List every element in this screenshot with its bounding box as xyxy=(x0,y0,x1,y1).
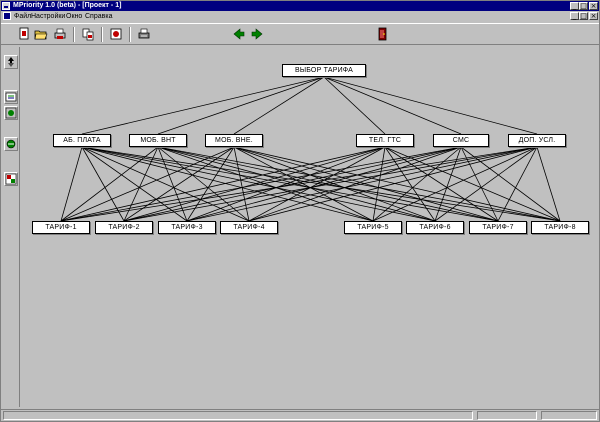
forward-arrow-icon[interactable] xyxy=(250,27,264,41)
close-button[interactable]: × xyxy=(589,2,598,10)
hierarchy-edge xyxy=(81,76,325,135)
criterion-node[interactable]: МОБ. ВНЕ. xyxy=(205,134,263,147)
table-icon[interactable] xyxy=(4,172,18,186)
hierarchy-edge xyxy=(60,146,235,222)
criterion-node[interactable]: МОБ. ВНТ xyxy=(129,134,187,147)
back-arrow-icon[interactable] xyxy=(232,27,246,41)
maximize-button[interactable]: □ xyxy=(579,2,588,10)
title-bar[interactable]: MPriority 1.0 (beta) - [Проект - 1] _ □ … xyxy=(1,1,599,11)
hierarchy-edge xyxy=(323,76,462,135)
hierarchy-edge xyxy=(323,76,538,135)
alternative-node[interactable]: ТАРИФ-7 xyxy=(469,221,527,234)
add-node-icon[interactable] xyxy=(4,90,18,104)
alternative-label: ТАРИФ-6 xyxy=(419,224,451,231)
toolbar-separator xyxy=(129,27,131,42)
hierarchy-edge xyxy=(60,146,538,222)
add-level-icon[interactable] xyxy=(4,106,18,120)
hierarchy-edge xyxy=(233,146,436,222)
left-toolbar xyxy=(1,47,20,407)
alternative-node[interactable]: ТАРИФ-5 xyxy=(344,221,402,234)
hierarchy-edge xyxy=(536,146,561,222)
alternative-node[interactable]: ТАРИФ-2 xyxy=(95,221,153,234)
criterion-label: ТЕЛ. ГТС xyxy=(368,137,402,144)
alternative-node[interactable]: ТАРИФ-8 xyxy=(531,221,589,234)
open-icon[interactable] xyxy=(34,27,48,41)
alternative-label: ТАРИФ-8 xyxy=(544,224,576,231)
status-pane xyxy=(541,411,597,420)
menu-file[interactable]: Файл xyxy=(14,12,31,21)
criterion-label: ДОП. УСЛ. xyxy=(518,137,556,144)
hierarchy-edge xyxy=(157,146,374,222)
goal-node[interactable]: ВЫБОР ТАРИФА xyxy=(282,64,366,77)
doc-restore-button[interactable]: □ xyxy=(579,12,588,20)
app-icon[interactable] xyxy=(2,2,10,10)
doc-minimize-button[interactable]: _ xyxy=(570,12,579,20)
menu-help[interactable]: Справка xyxy=(85,12,112,21)
menu-bar: Файл Настройки Окно Справка xyxy=(1,11,599,22)
menu-window[interactable]: Окно xyxy=(66,12,82,21)
app-window: MPriority 1.0 (beta) - [Проект - 1] _ □ … xyxy=(0,0,600,422)
hierarchy-edge xyxy=(233,146,499,222)
toolbar xyxy=(1,23,599,45)
alternative-label: ТАРИФ-7 xyxy=(482,224,514,231)
alternative-label: ТАРИФ-4 xyxy=(233,224,265,231)
new-icon[interactable] xyxy=(17,27,31,41)
criterion-label: СМС xyxy=(452,137,470,144)
criterion-label: МОБ. ВНТ xyxy=(140,137,176,144)
criterion-node[interactable]: СМС xyxy=(433,134,489,147)
hierarchy-edge xyxy=(233,146,250,222)
alternative-label: ТАРИФ-3 xyxy=(171,224,203,231)
select-tool-icon[interactable] xyxy=(4,55,18,69)
criterion-node[interactable]: ДОП. УСЛ. xyxy=(508,134,566,147)
alternative-node[interactable]: ТАРИФ-6 xyxy=(406,221,464,234)
disk-icon[interactable] xyxy=(109,27,123,41)
minimize-button[interactable]: _ xyxy=(570,2,579,10)
alternative-label: ТАРИФ-5 xyxy=(357,224,389,231)
hierarchy-edge xyxy=(81,146,499,222)
printer-icon[interactable] xyxy=(137,27,151,41)
criterion-node[interactable]: ТЕЛ. ГТС xyxy=(356,134,414,147)
hierarchy-canvas[interactable]: ВЫБОР ТАРИФА АБ. ПЛАТА МОБ. ВНТ МОБ. ВНЕ… xyxy=(21,47,599,407)
goal-label: ВЫБОР ТАРИФА xyxy=(294,67,354,74)
criterion-label: МОБ. ВНЕ. xyxy=(215,137,253,144)
hierarchy-edge xyxy=(497,146,538,222)
connect-icon[interactable] xyxy=(4,137,18,151)
doc-close-button[interactable]: × xyxy=(589,12,598,20)
hierarchy-edge xyxy=(81,146,561,222)
toolbar-separator xyxy=(101,27,103,42)
copy-icon[interactable] xyxy=(81,27,95,41)
hierarchy-edge xyxy=(186,146,538,222)
alternative-node[interactable]: ТАРИФ-1 xyxy=(32,221,90,234)
menu-settings[interactable]: Настройки xyxy=(31,12,65,21)
hierarchy-edge xyxy=(233,76,325,135)
document-icon[interactable] xyxy=(3,12,11,20)
hierarchy-edge xyxy=(60,146,83,222)
status-pane xyxy=(477,411,537,420)
hierarchy-edge xyxy=(60,146,462,222)
status-bar xyxy=(1,409,599,421)
window-title: MPriority 1.0 (beta) - [Проект - 1] xyxy=(13,2,122,9)
alternative-node[interactable]: ТАРИФ-3 xyxy=(158,221,216,234)
hierarchy-edge xyxy=(157,146,561,222)
status-pane xyxy=(3,411,473,420)
toolbar-separator xyxy=(73,27,75,42)
hierarchy-edge xyxy=(81,146,125,222)
print-icon[interactable] xyxy=(53,27,67,41)
criterion-label: АБ. ПЛАТА xyxy=(63,137,101,144)
hierarchy-edge xyxy=(157,76,325,135)
alternative-label: ТАРИФ-2 xyxy=(108,224,140,231)
alternative-label: ТАРИФ-1 xyxy=(45,224,77,231)
criterion-node[interactable]: АБ. ПЛАТА xyxy=(53,134,111,147)
exit-door-icon[interactable] xyxy=(375,27,389,41)
alternative-node[interactable]: ТАРИФ-4 xyxy=(220,221,278,234)
